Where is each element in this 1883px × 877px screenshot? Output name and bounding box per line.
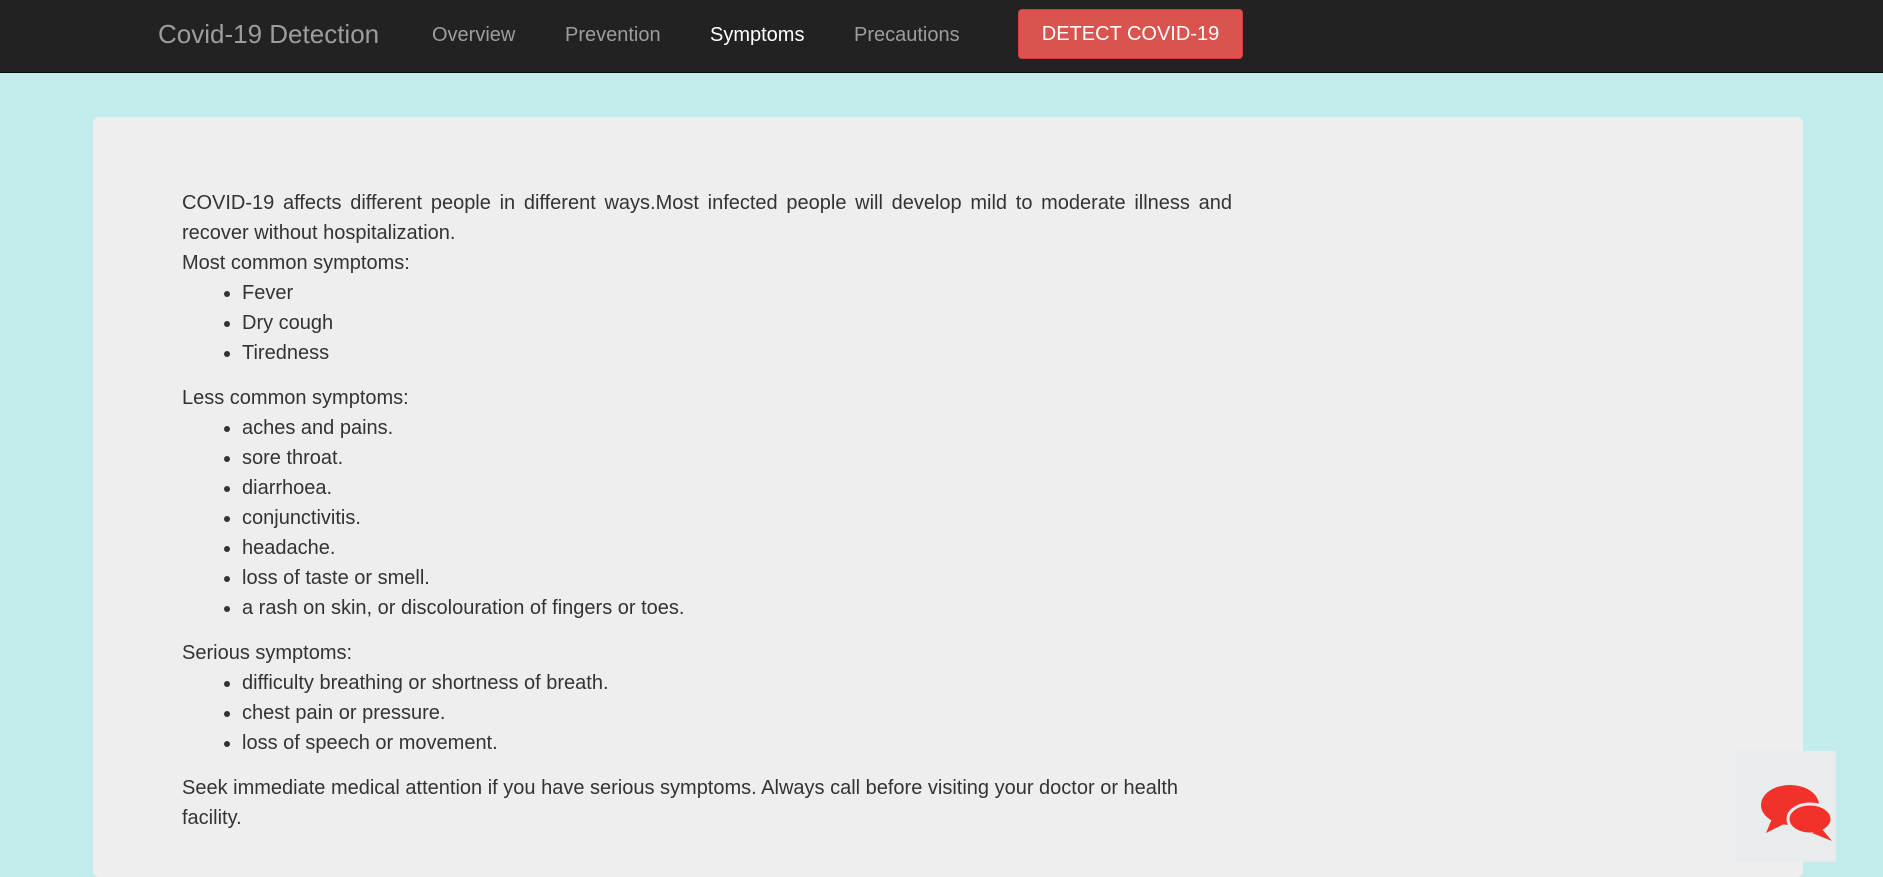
symptoms-content: COVID-19 affects different people in dif… xyxy=(182,188,1232,833)
nav-link-overview[interactable]: Overview xyxy=(432,22,515,48)
chat-bubbles-icon xyxy=(1761,785,1834,841)
list-item: Tiredness xyxy=(242,338,1232,368)
section-label-common: Most common symptoms: xyxy=(182,252,410,274)
list-common-symptoms: Fever Dry cough Tiredness xyxy=(182,278,1232,368)
list-serious-symptoms: difficulty breathing or shortness of bre… xyxy=(182,668,1232,758)
list-item: sore throat. xyxy=(242,443,1232,473)
nav-link-prevention[interactable]: Prevention xyxy=(565,22,661,48)
list-item: a rash on skin, or discolouration of fin… xyxy=(242,593,1232,623)
section-label-less-common: Less common symptoms: xyxy=(182,387,409,409)
list-item: aches and pains. xyxy=(242,413,1232,443)
intro-paragraph: COVID-19 affects different people in dif… xyxy=(182,192,1232,244)
list-item: loss of speech or movement. xyxy=(242,728,1232,758)
list-item: difficulty breathing or shortness of bre… xyxy=(242,668,1232,698)
list-item: conjunctivitis. xyxy=(242,503,1232,533)
closing-paragraph: Seek immediate medical attention if you … xyxy=(182,777,1179,829)
nav-link-precautions[interactable]: Precautions xyxy=(854,22,960,48)
list-item: loss of taste or smell. xyxy=(242,563,1232,593)
nav-link-symptoms[interactable]: Symptoms xyxy=(710,22,804,48)
list-item: Fever xyxy=(242,278,1232,308)
list-item: headache. xyxy=(242,533,1232,563)
chat-widget-button[interactable] xyxy=(1736,751,1836,862)
detect-covid-button[interactable]: DETECT COVID-19 xyxy=(1018,9,1243,59)
list-item: Dry cough xyxy=(242,308,1232,338)
top-navbar: Covid-19 Detection Overview Prevention S… xyxy=(0,0,1883,73)
list-less-common-symptoms: aches and pains. sore throat. diarrhoea.… xyxy=(182,413,1232,623)
brand-title[interactable]: Covid-19 Detection xyxy=(158,18,379,50)
section-label-serious: Serious symptoms: xyxy=(182,642,353,664)
list-item: chest pain or pressure. xyxy=(242,698,1232,728)
list-item: diarrhoea. xyxy=(242,473,1232,503)
